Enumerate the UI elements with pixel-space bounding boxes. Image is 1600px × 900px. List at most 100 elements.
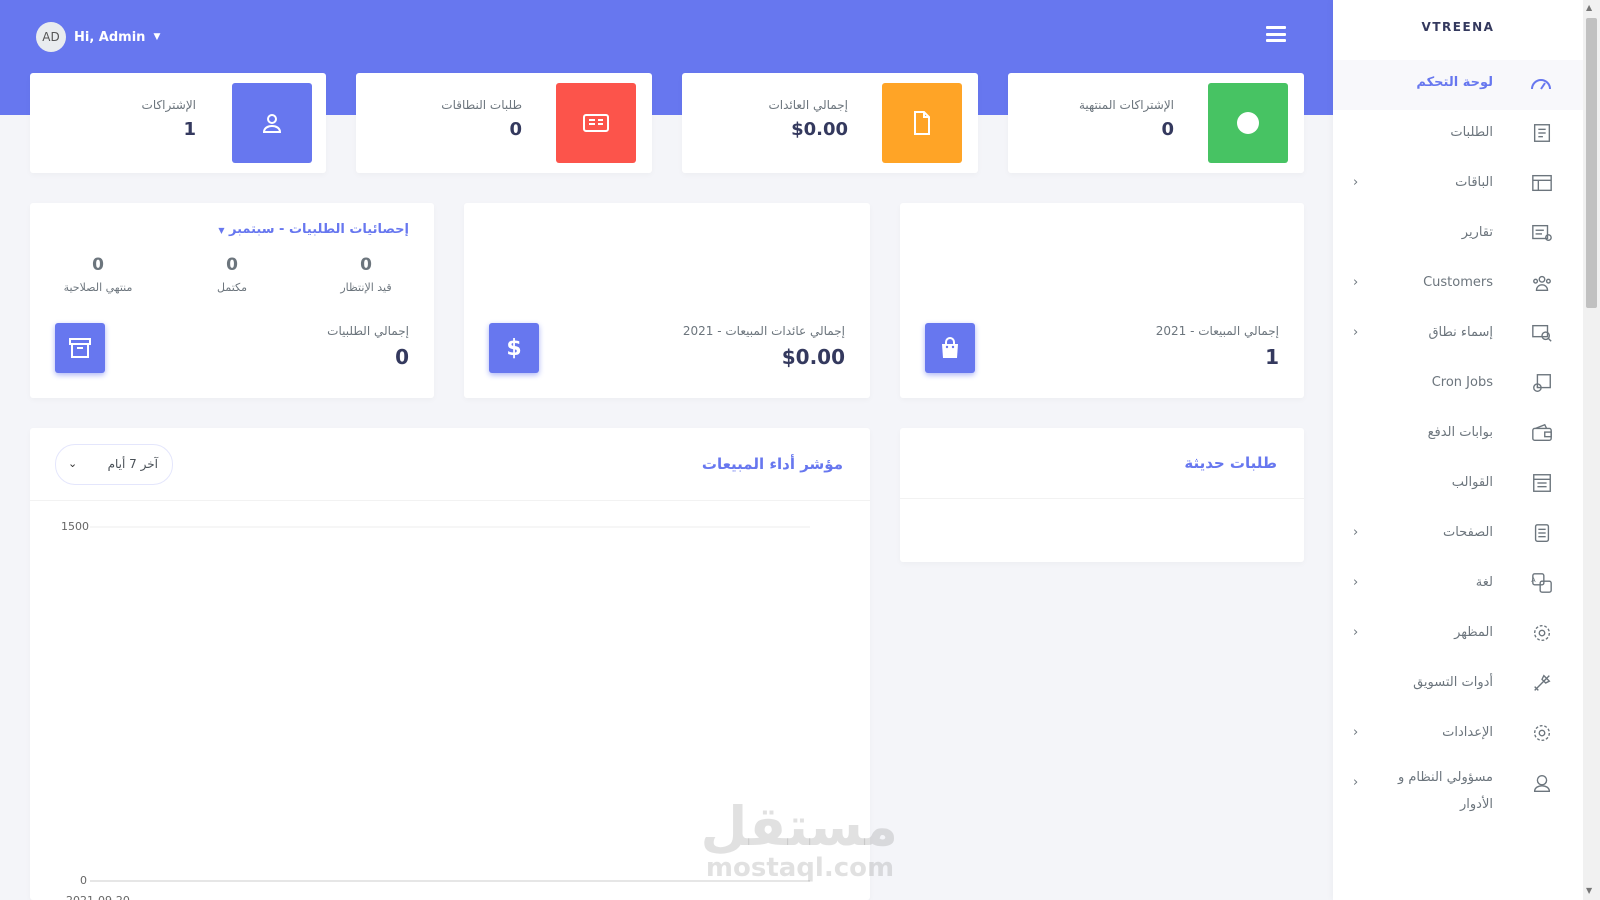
total-orders-value: 0: [395, 345, 409, 369]
chart-x-first-label: 2021-09-20: [66, 894, 130, 900]
pages-icon: [1527, 522, 1553, 548]
orders-icon: [1527, 122, 1553, 148]
stat-item-label: مكتمل: [217, 281, 247, 294]
stat-title: إجمالي العائدات: [768, 98, 848, 112]
appearance-gear-icon: [1527, 622, 1553, 648]
chevron-left-icon: ‹: [1353, 525, 1359, 540]
document-icon: [882, 83, 962, 163]
total-sales-value: 1: [1265, 345, 1279, 369]
period-select[interactable]: آخر 7 أيام ⌄: [55, 444, 173, 485]
sidebar-item-reports[interactable]: تقارير: [1333, 210, 1583, 260]
stat-item-value: 0: [360, 255, 372, 275]
chevron-left-icon: ‹: [1353, 325, 1359, 340]
admins-icon: [1527, 772, 1553, 798]
watermark-arabic: مستقل: [700, 795, 899, 858]
sidebar-item-domain-names[interactable]: إسماء نطاق ‹: [1333, 310, 1583, 360]
avatar: AD: [36, 22, 66, 52]
sidebar-item-label: لغة: [1475, 575, 1493, 590]
scrollbar[interactable]: ▲ ▼: [1583, 0, 1600, 900]
chart-y-max-label: 1500: [61, 520, 89, 533]
stat-card-domain-requests: طلبات النطاقات 0: [356, 73, 652, 173]
sidebar-item-wallet[interactable]: بوابات الدفع: [1333, 410, 1583, 460]
sidebar-item-label: أدوات التسويق: [1413, 675, 1493, 690]
sales-revenue-value: $0.00: [781, 345, 845, 369]
stat-card-subscriptions: الإشتراكات 1: [30, 73, 326, 173]
scroll-thumb[interactable]: [1586, 18, 1597, 308]
sidebar-item-dashboard[interactable]: لوحة التحكم: [1333, 60, 1583, 110]
chevron-left-icon: ‹: [1353, 175, 1359, 190]
sidebar-item-label: تقارير: [1461, 225, 1493, 240]
caret-down-icon: ▼: [218, 226, 225, 235]
stat-card-total-revenue: إجمالي العائدات $0.00: [682, 73, 978, 173]
dollar-icon: $: [489, 323, 539, 373]
scroll-up-icon[interactable]: ▲: [1586, 3, 1592, 12]
sidebar: VTREENA لوحة التحكم الطلبات الباقات ‹ تقارير…: [1333, 0, 1583, 900]
sidebar-item-orders[interactable]: الطلبات: [1333, 110, 1583, 160]
card-divider: [900, 498, 1304, 499]
chart-y-min-label: 0: [80, 874, 87, 887]
sales-revenue-label: إجمالي عائدات المبيعات - 2021: [682, 324, 845, 338]
chevron-left-icon: ‹: [1353, 275, 1359, 290]
chevron-left-icon: ‹: [1353, 625, 1359, 640]
sidebar-item-label: المظهر: [1454, 625, 1493, 640]
sidebar-item-marketing[interactable]: أدوات التسويق: [1333, 660, 1583, 710]
sidebar-item-templates[interactable]: القوالب: [1333, 460, 1583, 510]
chevron-left-icon: ‹: [1353, 725, 1359, 740]
language-icon: A: [1527, 572, 1553, 598]
sidebar-item-admins[interactable]: مسؤولي النظام و الأدوار ‹: [1333, 760, 1583, 812]
period-select-value: آخر 7 أيام: [107, 457, 158, 471]
chevron-left-icon: ‹: [1353, 575, 1359, 590]
scroll-down-icon[interactable]: ▼: [1586, 886, 1592, 895]
stat-item-label: منتهي الصلاحية: [63, 281, 133, 294]
chevron-down-icon: ⌄: [68, 457, 78, 470]
stat-card-expired-subscriptions: الإشتراكات المنتهية 0: [1008, 73, 1304, 173]
stat-title: الإشتراكات المنتهية: [1078, 98, 1174, 112]
domain-names-icon: [1527, 322, 1553, 348]
sales-revenue-card: $ إجمالي عائدات المبيعات - 2021 $0.00: [464, 203, 870, 398]
archive-icon: [55, 323, 105, 373]
sidebar-item-appearance-gear[interactable]: المظهر ‹: [1333, 610, 1583, 660]
sidebar-item-label: الصفحات: [1442, 525, 1493, 540]
orders-stats-title: إحصائيات الطلبيات - سبتمبر: [229, 222, 409, 237]
sidebar-item-label: بوابات الدفع: [1427, 425, 1493, 440]
total-sales-label: إجمالي المبيعات - 2021: [1155, 324, 1279, 338]
sidebar-item-settings-gear[interactable]: الإعدادات ‹: [1333, 710, 1583, 760]
card-divider: [30, 500, 870, 501]
chevron-left-icon: ‹: [1353, 775, 1359, 790]
reports-icon: [1527, 222, 1553, 248]
stat-value: $0.00: [791, 119, 848, 140]
sidebar-item-customers[interactable]: Customers ‹: [1333, 260, 1583, 310]
packages-icon: [1527, 172, 1553, 198]
domain-card-icon: [556, 83, 636, 163]
brand-logo[interactable]: VTREENA: [1333, 20, 1583, 34]
caret-down-icon: ▼: [153, 32, 161, 42]
sidebar-item-label: الباقات: [1455, 175, 1493, 190]
sidebar-item-packages[interactable]: الباقات ‹: [1333, 160, 1583, 210]
stat-item-label: قيد الإنتظار: [340, 281, 392, 294]
stat-item-completed: 0 مكتمل: [166, 255, 298, 294]
sidebar-item-label: لوحة التحكم: [1416, 75, 1493, 90]
watermark-latin: mostaql.com: [705, 853, 895, 883]
user-greeting: Hi, Admin: [74, 29, 146, 45]
cron-jobs-icon: [1527, 372, 1553, 398]
stat-value: 1: [183, 119, 196, 140]
sidebar-item-language[interactable]: A لغة ‹: [1333, 560, 1583, 610]
stat-value: 0: [509, 119, 522, 140]
sidebar-item-pages[interactable]: الصفحات ‹: [1333, 510, 1583, 560]
sidebar-item-cron-jobs[interactable]: Cron Jobs: [1333, 360, 1583, 410]
shopping-bag-icon: [925, 323, 975, 373]
recent-orders-card: [900, 428, 1304, 562]
marketing-icon: [1527, 672, 1553, 698]
hamburger-menu-icon[interactable]: [1266, 26, 1286, 42]
stat-title: الإشتراكات: [141, 98, 196, 112]
recent-orders-title: طلبات حديثة: [1184, 454, 1277, 472]
user-menu[interactable]: AD Hi, Admin ▼: [36, 22, 160, 52]
stat-value: 0: [1161, 119, 1174, 140]
orders-stats-card: إحصائيات الطلبيات - سبتمبر ▼ 0 منتهي الص…: [30, 203, 434, 398]
templates-icon: [1527, 472, 1553, 498]
total-orders-label: إجمالي الطلبيات: [327, 324, 409, 338]
sales-performance-title: مؤشر أداء المبيعات: [701, 455, 843, 473]
orders-stats-dropdown[interactable]: إحصائيات الطلبيات - سبتمبر ▼: [218, 222, 409, 237]
stat-item-expired: 0 منتهي الصلاحية: [30, 255, 166, 294]
settings-gear-icon: [1527, 722, 1553, 748]
